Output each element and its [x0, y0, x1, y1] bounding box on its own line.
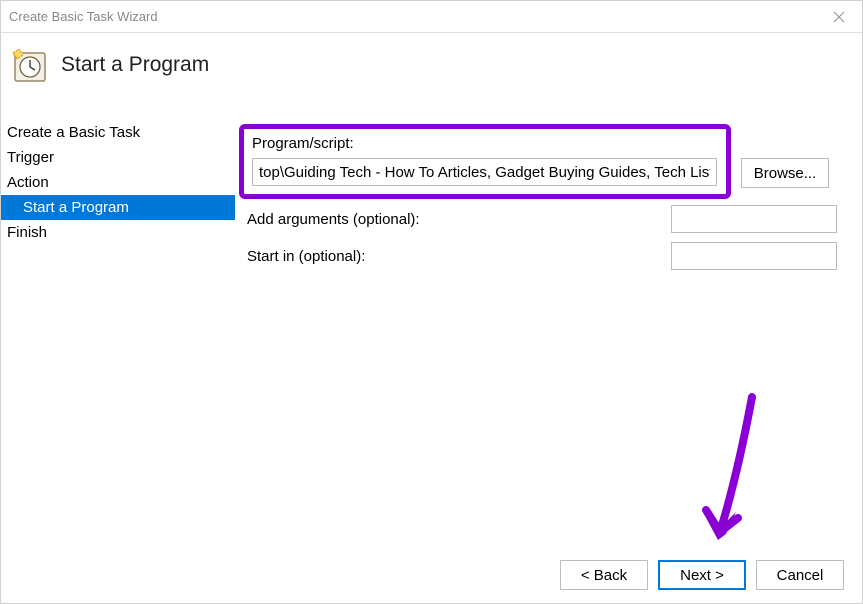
- wizard-content: Program/script: Browse... Add arguments …: [235, 98, 862, 547]
- startin-row: Start in (optional):: [247, 242, 837, 270]
- page-title: Start a Program: [61, 53, 209, 77]
- arguments-label: Add arguments (optional):: [247, 211, 671, 228]
- arguments-input[interactable]: [671, 205, 837, 233]
- next-button[interactable]: Next >: [658, 560, 746, 590]
- wizard-body: Create a Basic Task Trigger Action Start…: [1, 98, 862, 547]
- wizard-sidebar: Create a Basic Task Trigger Action Start…: [1, 98, 235, 547]
- arguments-row: Add arguments (optional):: [247, 205, 837, 233]
- startin-label: Start in (optional):: [247, 248, 671, 265]
- wizard-footer: < Back Next > Cancel: [1, 547, 862, 603]
- sidebar-item-finish[interactable]: Finish: [1, 220, 235, 245]
- sidebar-item-action[interactable]: Action: [1, 170, 235, 195]
- sidebar-item-trigger[interactable]: Trigger: [1, 145, 235, 170]
- back-button[interactable]: < Back: [560, 560, 648, 590]
- sidebar-item-create-task[interactable]: Create a Basic Task: [1, 120, 235, 145]
- program-script-input[interactable]: [252, 158, 717, 186]
- close-button[interactable]: [816, 1, 862, 33]
- sidebar-item-start-program[interactable]: Start a Program: [1, 195, 235, 220]
- cancel-button[interactable]: Cancel: [756, 560, 844, 590]
- program-script-label: Program/script:: [252, 135, 718, 152]
- startin-input[interactable]: [671, 242, 837, 270]
- wizard-header: Start a Program: [1, 33, 862, 98]
- window-title: Create Basic Task Wizard: [9, 9, 158, 24]
- browse-button[interactable]: Browse...: [741, 158, 829, 188]
- titlebar: Create Basic Task Wizard: [1, 1, 862, 33]
- wizard-window: Create Basic Task Wizard Start a Program…: [0, 0, 863, 604]
- close-icon: [833, 11, 845, 23]
- annotation-highlight: Program/script:: [239, 124, 731, 199]
- clock-icon: [11, 47, 47, 83]
